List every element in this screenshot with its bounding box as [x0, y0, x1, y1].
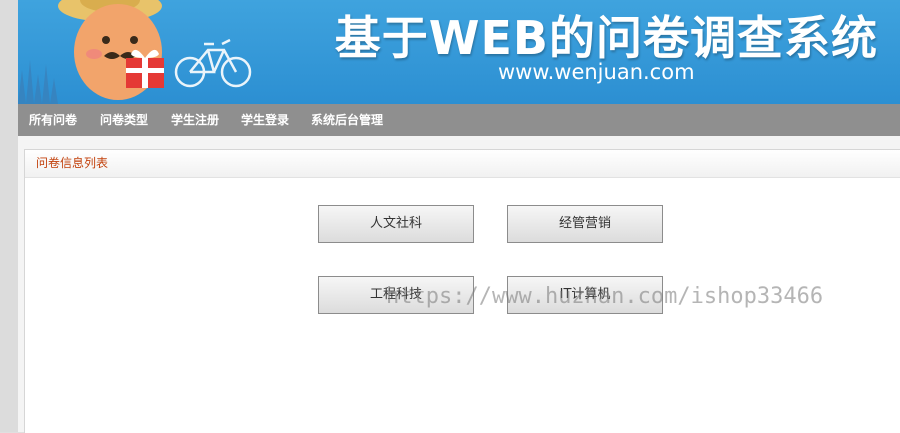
- panel-title: 问卷信息列表: [25, 150, 900, 178]
- nav-student-login[interactable]: 学生登录: [241, 104, 289, 136]
- category-button-it[interactable]: IT计算机: [507, 276, 663, 314]
- category-button-engineering[interactable]: 工程科技: [318, 276, 474, 314]
- category-button-management[interactable]: 经管营销: [507, 205, 663, 243]
- nav-survey-types[interactable]: 问卷类型: [100, 104, 148, 136]
- main-nav: 所有问卷 问卷类型 学生注册 学生登录 系统后台管理: [18, 104, 900, 136]
- category-button-humanities[interactable]: 人文社科: [318, 205, 474, 243]
- left-edge-strip: [0, 0, 18, 432]
- site-title: 基于WEB的问卷调查系统: [334, 11, 878, 65]
- nav-student-register[interactable]: 学生注册: [171, 104, 219, 136]
- nav-admin-backend[interactable]: 系统后台管理: [311, 104, 383, 136]
- site-url: www.wenjuan.com: [498, 60, 695, 84]
- mascot-illustration: [18, 0, 252, 104]
- nav-all-surveys[interactable]: 所有问卷: [29, 104, 77, 136]
- site-banner: 基于WEB的问卷调查系统 www.wenjuan.com: [18, 0, 900, 104]
